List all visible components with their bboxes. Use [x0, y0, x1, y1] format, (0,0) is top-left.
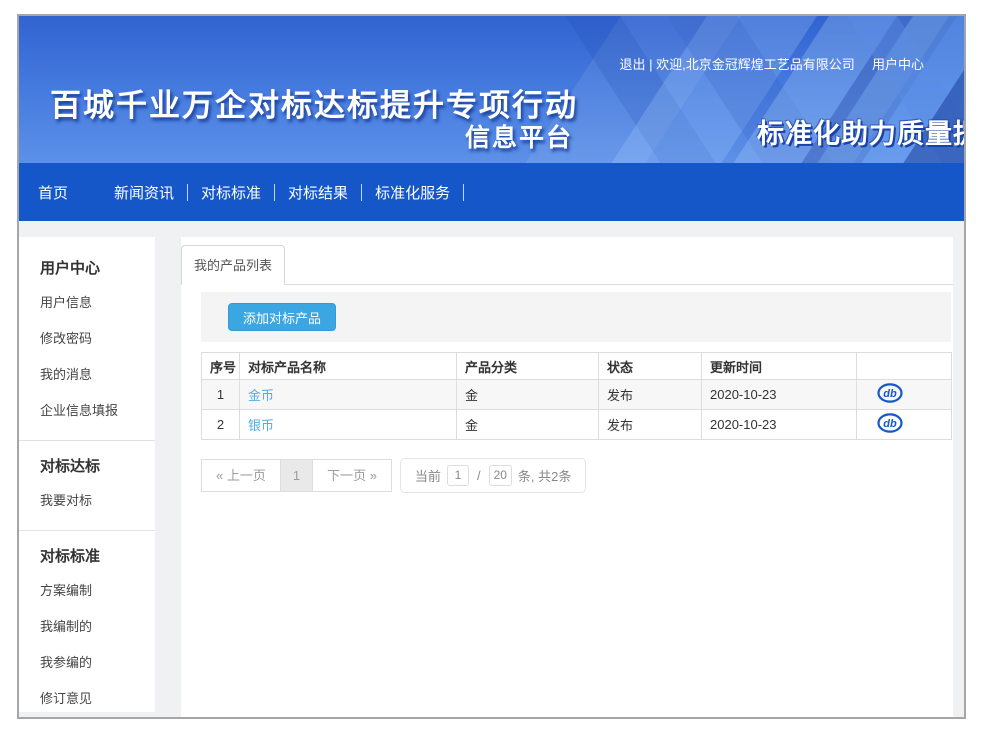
sidebar-item-user-info[interactable]: 用户信息 — [19, 284, 155, 320]
svg-text:db: db — [883, 388, 897, 400]
cell-status: 发布 — [599, 410, 702, 440]
cell-no: 1 — [202, 380, 240, 410]
cell-category: 金 — [457, 380, 599, 410]
nav-separator — [463, 184, 464, 201]
db-logo-icon[interactable]: db — [877, 383, 903, 406]
sidebar-divider — [19, 440, 155, 441]
page-slash: / — [477, 468, 481, 483]
site-subtitle: 信息平台 — [465, 118, 573, 154]
next-page-button[interactable]: 下一页 » — [312, 459, 392, 492]
svg-text:db: db — [883, 418, 897, 430]
sidebar-item-i-want-benchmark[interactable]: 我要对标 — [19, 482, 155, 518]
header-top-links: 退出 | 欢迎,北京金冠辉煌工艺品有限公司 用户中心 — [619, 54, 924, 73]
col-header-no: 序号 — [202, 353, 240, 380]
cell-category: 金 — [457, 410, 599, 440]
table-row: 1 金币 金 发布 2020-10-23 db — [202, 380, 952, 410]
product-link[interactable]: 金币 — [248, 388, 274, 403]
cell-no: 2 — [202, 410, 240, 440]
page-size-input[interactable]: 20 — [489, 465, 512, 486]
db-logo-icon[interactable]: db — [877, 413, 903, 436]
nav-item-standards[interactable]: 对标标准 — [201, 182, 261, 203]
pagination-info: 当前 1 / 20 条, 共2条 — [400, 458, 586, 493]
sidebar-section-user-center: 用户中心 — [40, 257, 155, 278]
welcome-text: 欢迎,北京金冠辉煌工艺品有限公司 — [656, 57, 855, 72]
sidebar-divider — [19, 530, 155, 531]
sidebar-item-plan-drafting[interactable]: 方案编制 — [19, 572, 155, 608]
pagination: « 上一页 1 下一页 » 当前 1 / 20 条, 共2条 — [201, 458, 953, 493]
col-header-category: 产品分类 — [457, 353, 599, 380]
col-header-product-name: 对标产品名称 — [240, 353, 457, 380]
banner-slogan: 标准化助力质量提 — [757, 112, 964, 151]
nav-item-news[interactable]: 新闻资讯 — [114, 182, 174, 203]
header-banner: 退出 | 欢迎,北京金冠辉煌工艺品有限公司 用户中心 百城千业万企对标达标提升专… — [19, 16, 964, 163]
nav-item-home[interactable]: 首页 — [38, 182, 68, 203]
nav-item-services[interactable]: 标准化服务 — [375, 182, 450, 203]
sidebar-section-standards: 对标标准 — [40, 545, 155, 566]
sidebar-item-i-coauthored[interactable]: 我参编的 — [19, 644, 155, 680]
main-nav: 首页 新闻资讯 对标标准 对标结果 标准化服务 — [19, 163, 964, 221]
sidebar-item-enterprise-info[interactable]: 企业信息填报 — [19, 392, 155, 428]
tab-my-product-list[interactable]: 我的产品列表 — [181, 245, 285, 285]
tab-bar: 我的产品列表 — [181, 237, 953, 285]
table-row: 2 银币 金 发布 2020-10-23 db — [202, 410, 952, 440]
nav-separator — [187, 184, 188, 201]
sidebar-section-benchmarking: 对标达标 — [40, 455, 155, 476]
col-header-updated: 更新时间 — [702, 353, 857, 380]
current-page-input[interactable]: 1 — [447, 465, 469, 486]
sidebar-item-i-drafted[interactable]: 我编制的 — [19, 608, 155, 644]
total-count-label: 条, 共2条 — [518, 466, 571, 485]
sidebar: 用户中心 用户信息 修改密码 我的消息 企业信息填报 对标达标 我要对标 对标标… — [19, 237, 155, 712]
col-header-status: 状态 — [599, 353, 702, 380]
table-header-row: 序号 对标产品名称 产品分类 状态 更新时间 — [202, 353, 952, 380]
sidebar-item-my-messages[interactable]: 我的消息 — [19, 356, 155, 392]
prev-page-button[interactable]: « 上一页 — [201, 459, 281, 492]
cell-status: 发布 — [599, 380, 702, 410]
current-label: 当前 — [415, 466, 441, 485]
nav-item-results[interactable]: 对标结果 — [288, 182, 348, 203]
nav-separator — [274, 184, 275, 201]
user-center-link[interactable]: 用户中心 — [872, 57, 924, 72]
main-content: 我的产品列表 添加对标产品 序号 对标产品名称 产品分类 状态 更新时间 — [181, 237, 953, 717]
sidebar-item-change-password[interactable]: 修改密码 — [19, 320, 155, 356]
col-header-actions — [857, 353, 952, 380]
page-number-button[interactable]: 1 — [280, 459, 313, 492]
product-table: 序号 对标产品名称 产品分类 状态 更新时间 1 金币 金 发布 2020-10… — [201, 352, 952, 440]
toolbar: 添加对标产品 — [201, 292, 951, 342]
nav-separator — [361, 184, 362, 201]
app-window: 退出 | 欢迎,北京金冠辉煌工艺品有限公司 用户中心 百城千业万企对标达标提升专… — [17, 14, 966, 719]
add-benchmark-product-button[interactable]: 添加对标产品 — [228, 303, 336, 331]
sidebar-item-revision-opinions[interactable]: 修订意见 — [19, 680, 155, 716]
logout-link[interactable]: 退出 — [619, 57, 645, 72]
cell-updated: 2020-10-23 — [702, 410, 857, 440]
product-link[interactable]: 银币 — [248, 418, 274, 433]
cell-updated: 2020-10-23 — [702, 380, 857, 410]
